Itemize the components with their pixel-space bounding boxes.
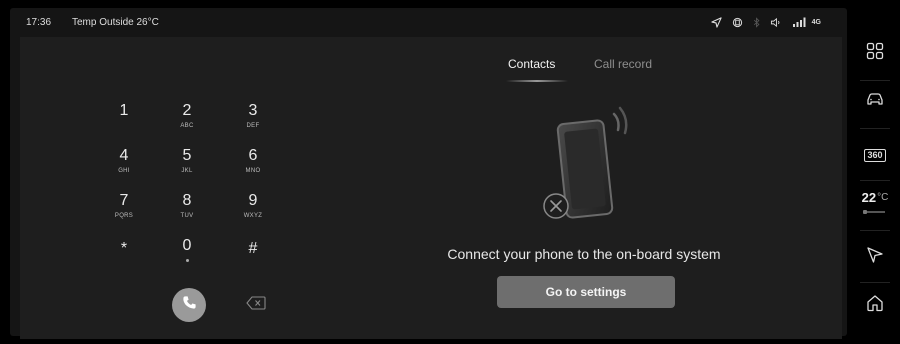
phone-panel	[20, 37, 842, 339]
360-camera-icon: 360	[864, 148, 886, 162]
outside-temperature: Temp Outside 26°C	[72, 17, 159, 28]
tab-contacts[interactable]: Contacts	[508, 57, 555, 71]
divider	[860, 230, 890, 231]
phone-tabs: Contacts Call record	[504, 57, 664, 87]
bluetooth-icon	[753, 16, 760, 28]
right-sidebar: 360 22 °C	[850, 0, 900, 344]
home-icon	[866, 294, 884, 317]
status-bar: 17:36 Temp Outside 26°C 4G	[10, 8, 847, 36]
tab-call-record[interactable]: Call record	[594, 57, 652, 71]
status-icons: 4G	[711, 14, 821, 30]
plus-dot	[185, 259, 189, 262]
go-to-settings-button[interactable]: Go to settings	[497, 276, 675, 308]
key-1[interactable]: 1	[94, 102, 154, 142]
active-tab-indicator	[506, 80, 568, 82]
key-8[interactable]: 8 TUV	[157, 192, 217, 232]
phone-icon	[182, 295, 197, 315]
temperature-unit: °C	[877, 191, 889, 203]
key-3[interactable]: 3 DEF	[223, 102, 283, 142]
signal-icon	[792, 17, 808, 27]
navigation-icon	[711, 16, 722, 28]
network-type: 4G	[811, 18, 821, 26]
backspace-button[interactable]	[246, 296, 266, 315]
phone-disconnected-illustration	[538, 100, 638, 235]
key-star[interactable]: *	[94, 240, 154, 280]
apps-grid-button[interactable]	[850, 38, 900, 68]
volume-icon	[770, 17, 782, 28]
divider	[860, 282, 890, 283]
360-camera-button[interactable]: 360	[850, 140, 900, 170]
key-9[interactable]: 9 WXYZ	[223, 192, 283, 232]
call-button[interactable]	[172, 288, 206, 322]
connect-message: Connect your phone to the on-board syste…	[447, 246, 721, 262]
connected-device-icon	[732, 17, 743, 28]
backspace-icon	[246, 296, 266, 314]
home-button[interactable]	[850, 290, 900, 320]
navigation-button[interactable]	[850, 242, 900, 272]
key-5[interactable]: 5 JKL	[157, 147, 217, 187]
key-0[interactable]: 0	[157, 237, 217, 277]
key-hash[interactable]: #	[223, 240, 283, 280]
divider	[860, 80, 890, 81]
divider	[860, 128, 890, 129]
divider	[860, 180, 890, 181]
apps-grid-icon	[866, 42, 884, 65]
clock: 17:36	[26, 17, 52, 28]
climate-temperature-button[interactable]: 22 °C	[850, 186, 900, 208]
key-6[interactable]: 6 MNO	[223, 147, 283, 187]
temperature-slider[interactable]	[863, 210, 885, 214]
temperature-value: 22	[861, 189, 877, 205]
key-7[interactable]: 7 PQRS	[94, 192, 154, 232]
vehicle-button[interactable]	[850, 86, 900, 116]
car-icon	[865, 91, 885, 112]
navigation-icon	[866, 246, 884, 269]
key-2[interactable]: 2 ABC	[157, 102, 217, 142]
key-4[interactable]: 4 GHI	[94, 147, 154, 187]
